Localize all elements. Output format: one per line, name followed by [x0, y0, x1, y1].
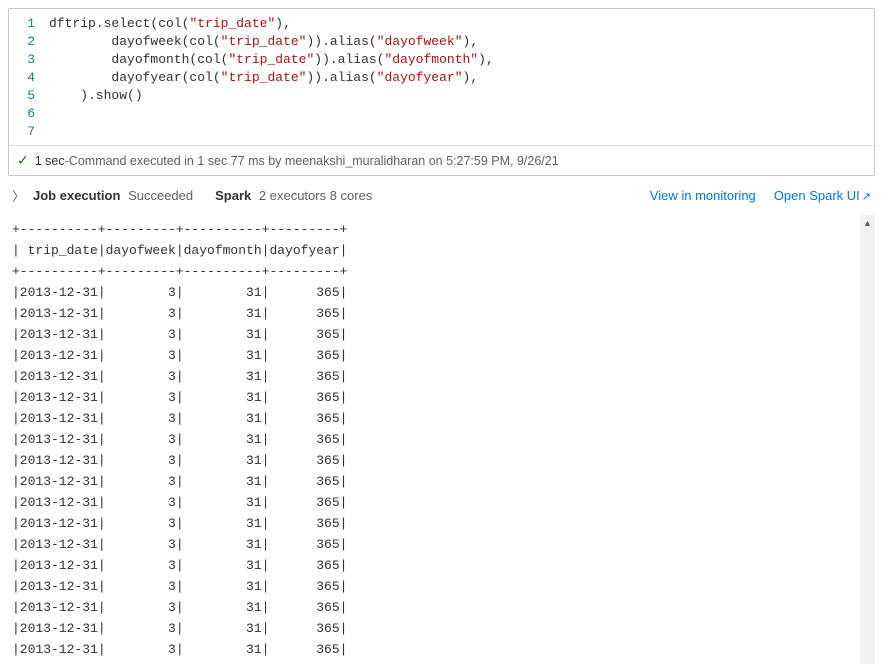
- open-spark-ui-link[interactable]: Open Spark UI↗: [774, 188, 871, 203]
- code-string: "dayofmonth": [384, 52, 478, 67]
- code-token: dayofyear(col(: [49, 70, 221, 85]
- output-text[interactable]: +----------+---------+----------+-------…: [8, 215, 856, 664]
- code-content[interactable]: dftrip.select(col("trip_date"), dayofwee…: [49, 15, 874, 141]
- execution-bar: 〉 Job execution Succeeded Spark 2 execut…: [8, 176, 875, 215]
- table-row: |2013-12-31| 3| 31| 365|: [12, 474, 347, 489]
- job-execution-status: Succeeded: [128, 188, 193, 203]
- line-number: 2: [9, 33, 35, 51]
- table-row: |2013-12-31| 3| 31| 365|: [12, 285, 347, 300]
- execution-summary: Job execution Succeeded Spark 2 executor…: [33, 188, 650, 203]
- table-row: |2013-12-31| 3| 31| 365|: [12, 642, 347, 657]
- table-row: |2013-12-31| 3| 31| 365|: [12, 348, 347, 363]
- status-text: Command executed in 1 sec 77 ms by meena…: [69, 154, 559, 168]
- job-execution-label: Job execution: [33, 188, 120, 203]
- table-row: |2013-12-31| 3| 31| 365|: [12, 432, 347, 447]
- table-row: |2013-12-31| 3| 31| 365|: [12, 306, 347, 321]
- code-string: "dayofweek": [377, 34, 463, 49]
- line-gutter: 1 2 3 4 5 6 7: [9, 15, 49, 141]
- code-token: dftrip.select(col(: [49, 16, 189, 31]
- status-bar: ✓ 1 sec - Command executed in 1 sec 77 m…: [9, 145, 874, 175]
- code-token: ),: [463, 34, 479, 49]
- line-number: 3: [9, 51, 35, 69]
- code-string: "trip_date": [189, 16, 275, 31]
- view-monitoring-link[interactable]: View in monitoring: [650, 188, 756, 203]
- code-token: )).alias(: [306, 70, 376, 85]
- code-string: "trip_date": [221, 70, 307, 85]
- table-row: |2013-12-31| 3| 31| 365|: [12, 453, 347, 468]
- table-row: |2013-12-31| 3| 31| 365|: [12, 495, 347, 510]
- code-token: )).alias(: [306, 34, 376, 49]
- vertical-scrollbar[interactable]: ▲: [860, 215, 875, 664]
- code-token: ),: [275, 16, 291, 31]
- code-token: ),: [478, 52, 494, 67]
- check-icon: ✓: [17, 152, 29, 169]
- code-token: )).alias(: [314, 52, 384, 67]
- table-row: |2013-12-31| 3| 31| 365|: [12, 558, 347, 573]
- table-row: |2013-12-31| 3| 31| 365|: [12, 390, 347, 405]
- table-row: |2013-12-31| 3| 31| 365|: [12, 579, 347, 594]
- table-row: |2013-12-31| 3| 31| 365|: [12, 516, 347, 531]
- scroll-up-icon[interactable]: ▲: [860, 215, 875, 230]
- line-number: 1: [9, 15, 35, 33]
- output-area: +----------+---------+----------+-------…: [8, 215, 875, 664]
- open-spark-ui-label: Open Spark UI: [774, 188, 860, 203]
- table-row: |2013-12-31| 3| 31| 365|: [12, 600, 347, 615]
- status-duration: 1 sec: [35, 154, 65, 168]
- code-string: "trip_date": [221, 34, 307, 49]
- code-token: dayofweek(col(: [49, 34, 221, 49]
- external-link-icon: ↗: [862, 191, 871, 203]
- table-row: |2013-12-31| 3| 31| 365|: [12, 369, 347, 384]
- code-token: dayofmonth(col(: [49, 52, 228, 67]
- table-border: +----------+---------+----------+-------…: [12, 264, 347, 279]
- line-number: 7: [9, 123, 35, 141]
- chevron-right-icon[interactable]: 〉: [12, 186, 25, 205]
- code-string: "dayofyear": [377, 70, 463, 85]
- table-header: | trip_date|dayofweek|dayofmonth|dayofye…: [12, 243, 347, 258]
- line-number: 5: [9, 87, 35, 105]
- code-token: ),: [463, 70, 479, 85]
- line-number: 4: [9, 69, 35, 87]
- execution-links: View in monitoring Open Spark UI↗: [650, 188, 871, 203]
- code-string: "trip_date": [228, 52, 314, 67]
- code-token: ).show(): [49, 88, 143, 103]
- table-row: |2013-12-31| 3| 31| 365|: [12, 411, 347, 426]
- table-row: |2013-12-31| 3| 31| 365|: [12, 327, 347, 342]
- spark-detail: 2 executors 8 cores: [259, 188, 372, 203]
- line-number: 6: [9, 105, 35, 123]
- table-row: |2013-12-31| 3| 31| 365|: [12, 537, 347, 552]
- table-border: +----------+---------+----------+-------…: [12, 222, 347, 237]
- code-cell: 1 2 3 4 5 6 7 dftrip.select(col("trip_da…: [8, 8, 875, 176]
- table-row: |2013-12-31| 3| 31| 365|: [12, 621, 347, 636]
- code-editor[interactable]: 1 2 3 4 5 6 7 dftrip.select(col("trip_da…: [9, 9, 874, 145]
- spark-label: Spark: [215, 188, 251, 203]
